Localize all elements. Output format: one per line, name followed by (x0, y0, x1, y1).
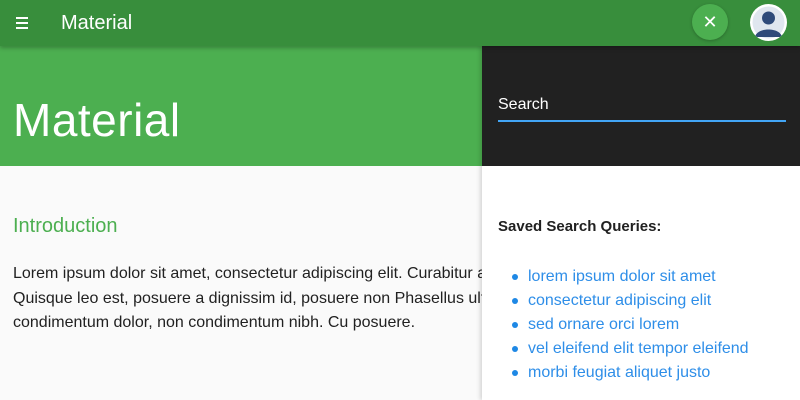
bullet-icon (512, 346, 518, 352)
saved-query-link[interactable]: consectetur adipiscing elit (528, 292, 711, 310)
list-item: sed ornare orci lorem (498, 313, 749, 337)
main-content: Introduction Lorem ipsum dolor sit amet,… (13, 212, 564, 336)
section-title: Introduction (13, 215, 118, 237)
saved-query-link[interactable]: lorem ipsum dolor sit amet (528, 268, 716, 286)
user-avatar-icon[interactable] (750, 4, 787, 41)
bullet-icon (512, 298, 518, 304)
list-item: vel eleifend elit tempor eleifend (498, 337, 749, 361)
saved-query-link[interactable]: sed ornare orci lorem (528, 316, 679, 334)
app-bar: Material ✕ (0, 0, 800, 46)
list-item: lorem ipsum dolor sit amet (498, 265, 749, 289)
saved-queries-heading: Saved Search Queries: (498, 218, 662, 235)
saved-query-link[interactable]: vel eleifend elit tempor eleifend (528, 340, 749, 358)
menu-icon[interactable] (8, 9, 36, 37)
saved-queries-list: lorem ipsum dolor sit amet consectetur a… (498, 265, 749, 385)
search-drawer: Saved Search Queries: lorem ipsum dolor … (482, 46, 800, 400)
search-header (482, 46, 800, 166)
close-search-button[interactable]: ✕ (692, 4, 728, 40)
search-input[interactable] (498, 90, 786, 122)
list-item: consectetur adipiscing elit (498, 289, 749, 313)
bullet-icon (512, 274, 518, 280)
bullet-icon (512, 370, 518, 376)
page-title: Material (13, 94, 181, 146)
bullet-icon (512, 322, 518, 328)
list-item: morbi feugiat aliquet justo (498, 361, 749, 385)
app-title: Material (61, 12, 133, 34)
close-icon: ✕ (702, 12, 718, 32)
saved-query-link[interactable]: morbi feugiat aliquet justo (528, 364, 710, 382)
